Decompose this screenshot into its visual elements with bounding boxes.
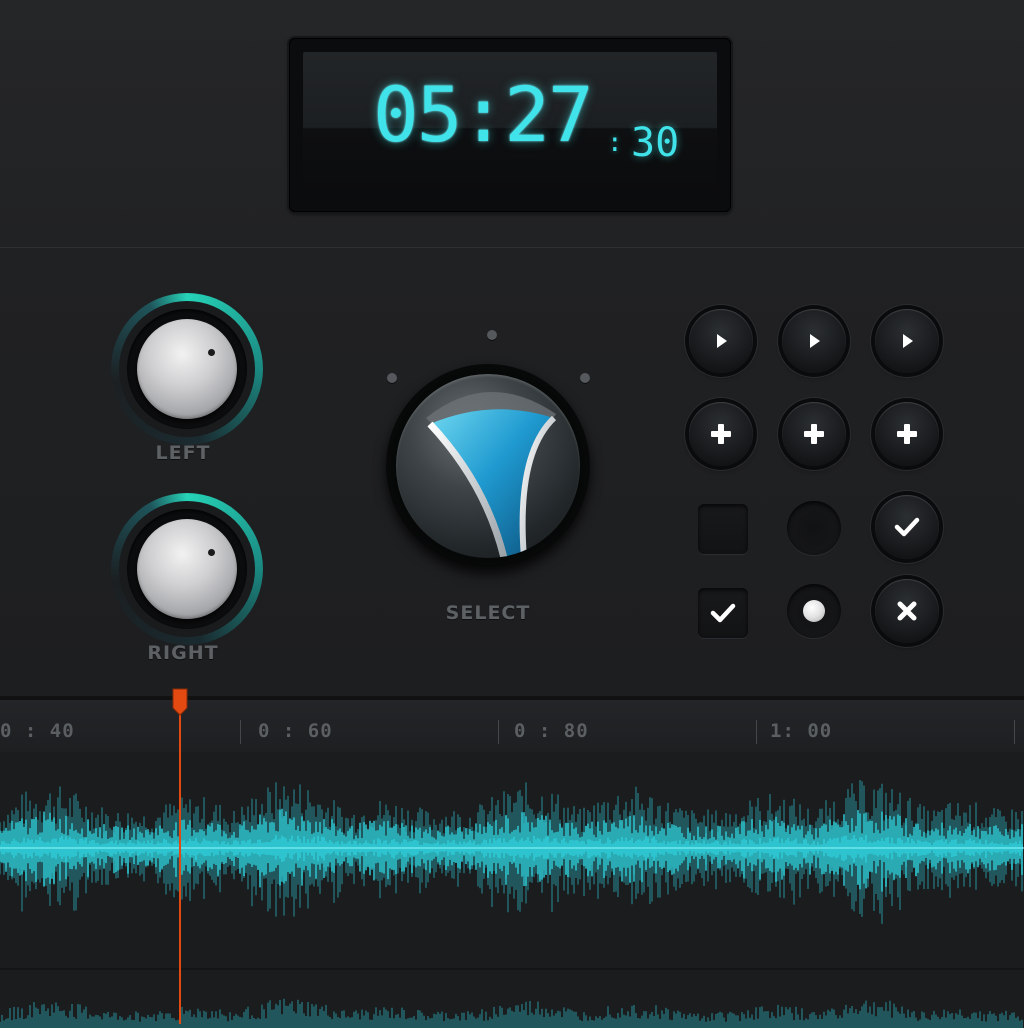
add-button[interactable] [875, 402, 939, 466]
add-button[interactable] [689, 402, 753, 466]
ruler-tick [240, 720, 241, 744]
plus-icon [804, 424, 824, 444]
plus-icon [897, 424, 917, 444]
clock-time: 05:27 [373, 70, 594, 159]
right-knob-label: RIGHT [147, 642, 219, 664]
select-position-dot [580, 373, 590, 383]
radio-unselected[interactable] [787, 501, 841, 555]
add-button[interactable] [782, 402, 846, 466]
close-button[interactable] [875, 579, 939, 643]
plus-icon [711, 424, 731, 444]
radio-selected[interactable] [787, 584, 841, 638]
clock-display: 05:27 : 30 [289, 38, 731, 212]
clock-separator: : [607, 128, 623, 158]
select-knob-pointer-icon [426, 391, 557, 558]
play-button[interactable] [689, 309, 753, 373]
select-knob-label: SELECT [445, 602, 531, 624]
ruler-label: 0 : 60 [258, 720, 333, 742]
top-panel: 05:27 : 30 [0, 0, 1024, 248]
checkbox-unchecked[interactable] [698, 504, 748, 554]
track-divider [0, 968, 1024, 970]
playhead-line [179, 700, 181, 1024]
select-knob-housing [386, 364, 590, 568]
play-icon [903, 334, 913, 348]
left-knob[interactable] [137, 319, 237, 419]
ruler-label: 0 : 40 [0, 720, 75, 742]
play-icon [810, 334, 820, 348]
audio-waveform [0, 780, 1024, 1028]
right-knob[interactable] [137, 519, 237, 619]
left-knob-label: LEFT [155, 442, 211, 464]
close-icon [897, 601, 917, 621]
right-knob-indicator [208, 549, 215, 556]
left-knob-indicator [208, 349, 215, 356]
ruler-tick [756, 720, 757, 744]
ruler-tick [498, 720, 499, 744]
clock-screen: 05:27 : 30 [303, 52, 717, 197]
ruler-tick [1014, 720, 1015, 744]
checkbox-checked[interactable] [698, 588, 748, 638]
radio-dot-icon [803, 600, 825, 622]
play-icon [717, 334, 727, 348]
time-ruler: 0 : 40 0 : 60 0 : 80 1: 00 [0, 700, 1024, 752]
play-button[interactable] [875, 309, 939, 373]
playhead-handle-icon[interactable] [172, 688, 188, 716]
waveform-timeline[interactable]: 0 : 40 0 : 60 0 : 80 1: 00 [0, 696, 1024, 1028]
ruler-label: 0 : 80 [514, 720, 589, 742]
play-button[interactable] [782, 309, 846, 373]
select-knob[interactable] [396, 374, 580, 558]
check-icon [710, 603, 736, 623]
ruler-label: 1: 00 [770, 720, 833, 742]
clock-seconds: 30 [631, 120, 680, 166]
select-position-dot [487, 330, 497, 340]
check-button[interactable] [875, 495, 939, 559]
check-icon [894, 517, 920, 537]
